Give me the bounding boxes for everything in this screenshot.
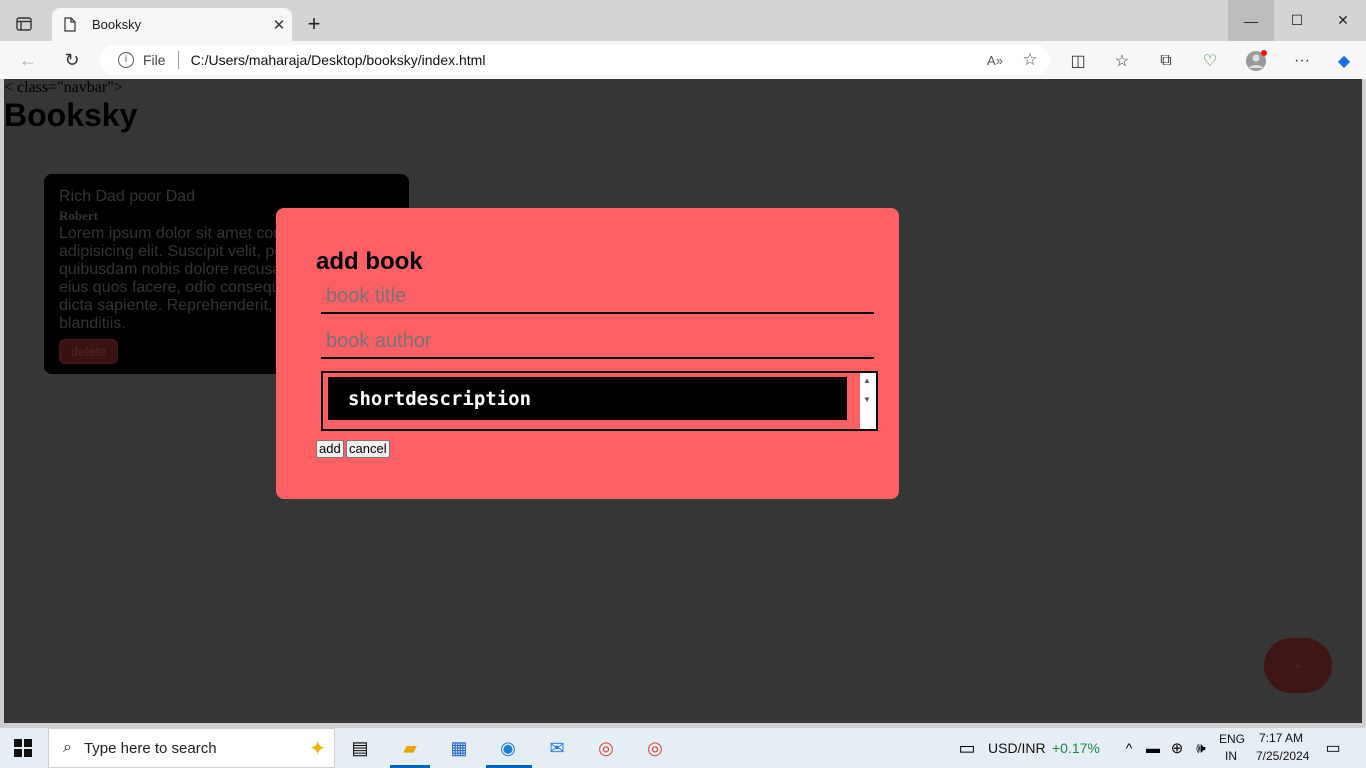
page-viewport: < class="navbar"> Booksky Rich Dad poor … — [4, 79, 1362, 723]
new-tab-icon[interactable]: + — [300, 10, 328, 38]
volume-icon[interactable]: 🕪 — [1186, 734, 1216, 762]
url-separator — [177, 51, 179, 69]
collections-icon[interactable]: ⧉ — [1154, 49, 1178, 73]
book-author-input[interactable] — [321, 325, 874, 359]
tab-actions-icon[interactable] — [8, 10, 40, 38]
favorite-star-icon[interactable]: ☆ — [1010, 50, 1050, 70]
language-top[interactable]: ENG — [1219, 732, 1245, 746]
microsoft-store-icon[interactable]: ▦ — [444, 734, 474, 762]
book-title-input[interactable] — [321, 280, 874, 314]
scroll-up-icon[interactable]: ▲ — [863, 376, 871, 385]
chrome-icon[interactable]: ◎ — [591, 734, 621, 762]
search-highlight-icon[interactable]: ✦ — [309, 736, 326, 761]
scroll-down-icon[interactable]: ▼ — [863, 395, 871, 404]
browser-tab[interactable]: Booksky ✕ — [52, 8, 292, 41]
add-book-modal: add book shortdescription ▲ ▼ add cancel — [276, 208, 899, 499]
clock-time[interactable]: 7:17 AM — [1259, 731, 1303, 745]
language-bottom[interactable]: IN — [1225, 749, 1237, 763]
windows-start-icon[interactable] — [14, 739, 32, 757]
textarea-scrollbar[interactable]: ▲ ▼ — [860, 373, 876, 429]
profile-avatar-icon[interactable] — [1244, 49, 1268, 73]
mail-icon[interactable]: ✉ — [542, 734, 572, 762]
short-description-placeholder: shortdescription — [328, 377, 847, 420]
clock-date[interactable]: 7/25/2024 — [1256, 749, 1309, 763]
window-close-button[interactable]: ✕ — [1320, 0, 1366, 41]
site-info-icon[interactable]: i — [118, 52, 134, 68]
browser-essentials-icon[interactable]: ♡ — [1198, 49, 1222, 73]
add-book-fab-button[interactable]: + — [1264, 638, 1332, 693]
book-title: Rich Dad poor Dad — [59, 188, 196, 205]
delete-button[interactable]: delete — [59, 339, 119, 364]
short-description-textarea[interactable]: shortdescription ▲ ▼ — [321, 371, 878, 431]
file-scheme-label: File — [143, 52, 166, 68]
notifications-icon[interactable]: ▭ — [1318, 734, 1348, 762]
add-button[interactable]: add — [316, 440, 344, 458]
ticker-label[interactable]: USD/INR — [988, 740, 1046, 756]
favorites-icon[interactable]: ☆ — [1110, 49, 1134, 73]
refresh-icon[interactable]: ↻ — [57, 45, 87, 75]
url-box[interactable]: i File C:/Users/maharaja/Desktop/booksky… — [100, 45, 1050, 75]
search-icon: ⌕ — [63, 739, 72, 756]
copilot-icon[interactable]: ◆ — [1332, 49, 1356, 73]
edge-icon[interactable]: ◉ — [493, 734, 523, 762]
read-aloud-icon[interactable]: A» — [980, 53, 1010, 68]
split-screen-icon[interactable]: ◫ — [1066, 49, 1090, 73]
tab-close-icon[interactable]: ✕ — [266, 16, 292, 34]
windows-taskbar: ⌕ Type here to search ✦ ▤ ▰ ▦ ◉ ✉ ◎ ◎ ▭ … — [0, 728, 1366, 768]
modal-heading: add book — [316, 248, 423, 275]
taskbar-search-box[interactable]: ⌕ Type here to search ✦ — [48, 728, 335, 768]
file-explorer-icon[interactable]: ▰ — [395, 734, 425, 762]
currency-widget-icon[interactable]: ▭ — [952, 734, 982, 762]
page-favicon-icon — [64, 17, 80, 33]
window-maximize-button[interactable]: ☐ — [1274, 0, 1320, 41]
brand-title: Booksky — [4, 97, 138, 133]
cancel-button[interactable]: cancel — [346, 440, 390, 458]
window-minimize-button[interactable]: — — [1228, 0, 1274, 41]
navbar-fragment-text: < class="navbar"> — [4, 79, 123, 96]
url-text[interactable]: C:/Users/maharaja/Desktop/booksky/index.… — [191, 52, 980, 68]
ticker-change: +0.17% — [1052, 740, 1100, 756]
browser-address-bar: ← ↻ i File C:/Users/maharaja/Desktop/boo… — [0, 41, 1366, 79]
more-options-icon[interactable]: ··· — [1290, 49, 1314, 73]
search-placeholder: Type here to search — [83, 739, 217, 757]
tab-title: Booksky — [92, 17, 142, 32]
browser-tab-bar: Booksky ✕ + — ☐ ✕ — [0, 0, 1366, 41]
chrome-profile-icon[interactable]: ◎ — [640, 734, 670, 762]
back-icon[interactable]: ← — [13, 45, 43, 75]
task-view-icon[interactable]: ▤ — [345, 734, 375, 762]
